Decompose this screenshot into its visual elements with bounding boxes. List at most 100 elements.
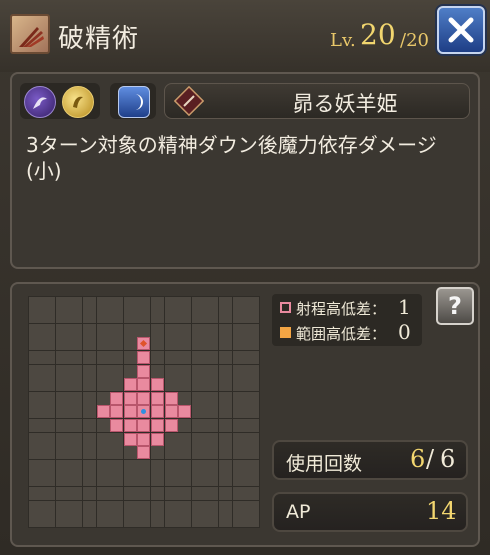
- grid-cell: [42, 296, 56, 310]
- grid-cell: [205, 405, 219, 419]
- grid-cell: [82, 364, 96, 378]
- target-marker-icon: [140, 340, 148, 348]
- grid-cell: [246, 486, 260, 500]
- grid-cell: [218, 364, 232, 378]
- grid-cell: [137, 459, 151, 473]
- skill-claw-icon: [10, 14, 50, 54]
- grid-cell: [191, 432, 205, 446]
- grid-cell: [110, 364, 124, 378]
- grid-cell: [178, 296, 192, 310]
- grid-cell: [246, 473, 260, 487]
- grid-cell: [123, 500, 137, 514]
- grid-cell: [232, 514, 246, 528]
- grid-cell: [28, 310, 42, 324]
- grid-cell: [246, 323, 260, 337]
- grid-cell: [218, 514, 232, 528]
- grid-cell: [55, 391, 69, 405]
- ap-value: 14: [426, 497, 457, 525]
- grid-cell: [110, 337, 124, 351]
- grid-cell: [137, 486, 151, 500]
- skill-title: 破精術: [58, 24, 140, 54]
- grid-cell: [96, 459, 110, 473]
- range-cell: [137, 337, 151, 351]
- grid-cell: [150, 473, 164, 487]
- range-cell: [150, 418, 164, 432]
- grid-cell: [55, 486, 69, 500]
- grid-cell: [28, 473, 42, 487]
- grid-cell: [205, 350, 219, 364]
- grid-cell: [246, 405, 260, 419]
- grid-cell: [69, 296, 83, 310]
- grid-cell: [96, 446, 110, 460]
- help-icon: ?: [448, 292, 462, 320]
- grid-cell: [246, 514, 260, 528]
- grid-cell: [150, 446, 164, 460]
- grid-cell: [69, 432, 83, 446]
- grid-cell: [164, 296, 178, 310]
- grid-cell: [137, 310, 151, 324]
- grid-cell: [82, 391, 96, 405]
- grid-cell: [232, 446, 246, 460]
- grid-cell: [69, 459, 83, 473]
- grid-cell: [69, 310, 83, 324]
- grid-cell: [69, 514, 83, 528]
- grid-cell: [69, 486, 83, 500]
- grid-cell: [42, 418, 56, 432]
- range-cell: [150, 432, 164, 446]
- grid-cell: [150, 514, 164, 528]
- grid-cell: [205, 473, 219, 487]
- level-max: /20: [400, 30, 429, 51]
- grid-cell: [246, 446, 260, 460]
- grid-cell: [137, 323, 151, 337]
- grid-cell: [191, 405, 205, 419]
- grid-cell: [28, 459, 42, 473]
- grid-cell: [55, 310, 69, 324]
- range-cell: [150, 378, 164, 392]
- grid-cell: [246, 337, 260, 351]
- grid-cell: [246, 364, 260, 378]
- grid-cell: [110, 432, 124, 446]
- grid-cell: [150, 350, 164, 364]
- grid-cell: [218, 500, 232, 514]
- grid-cell: [69, 391, 83, 405]
- grid-cell: [55, 405, 69, 419]
- grid-cell: [42, 500, 56, 514]
- range-cell: [110, 418, 124, 432]
- grid-cell: [191, 310, 205, 324]
- grid-cell: [96, 514, 110, 528]
- grid-cell: [205, 337, 219, 351]
- grid-cell: [232, 405, 246, 419]
- grid-cell: [123, 459, 137, 473]
- grid-cell: [110, 459, 124, 473]
- grid-cell: [55, 473, 69, 487]
- grid-cell: [42, 514, 56, 528]
- grid-cell: [55, 446, 69, 460]
- grid-cell: [42, 432, 56, 446]
- range-cell: [137, 432, 151, 446]
- grid-cell: [28, 378, 42, 392]
- grid-cell: [28, 486, 42, 500]
- grid-cell: [55, 500, 69, 514]
- grid-cell: [123, 337, 137, 351]
- close-button[interactable]: [437, 6, 485, 54]
- grid-cell: [55, 337, 69, 351]
- range-cell: [164, 391, 178, 405]
- grid-cell: [218, 486, 232, 500]
- help-button[interactable]: ?: [436, 287, 474, 325]
- grid-cell: [164, 350, 178, 364]
- grid-cell: [205, 418, 219, 432]
- close-icon: [448, 17, 474, 43]
- grid-cell: [69, 378, 83, 392]
- grid-cell: [42, 486, 56, 500]
- grid-cell: [178, 350, 192, 364]
- grid-cell: [55, 364, 69, 378]
- grid-cell: [55, 459, 69, 473]
- grid-cell: [205, 296, 219, 310]
- grid-cell: [82, 378, 96, 392]
- grid-cell: [232, 391, 246, 405]
- range-cell: [123, 391, 137, 405]
- grid-cell: [246, 378, 260, 392]
- grid-cell: [82, 432, 96, 446]
- grid-cell: [82, 350, 96, 364]
- grid-cell: [110, 323, 124, 337]
